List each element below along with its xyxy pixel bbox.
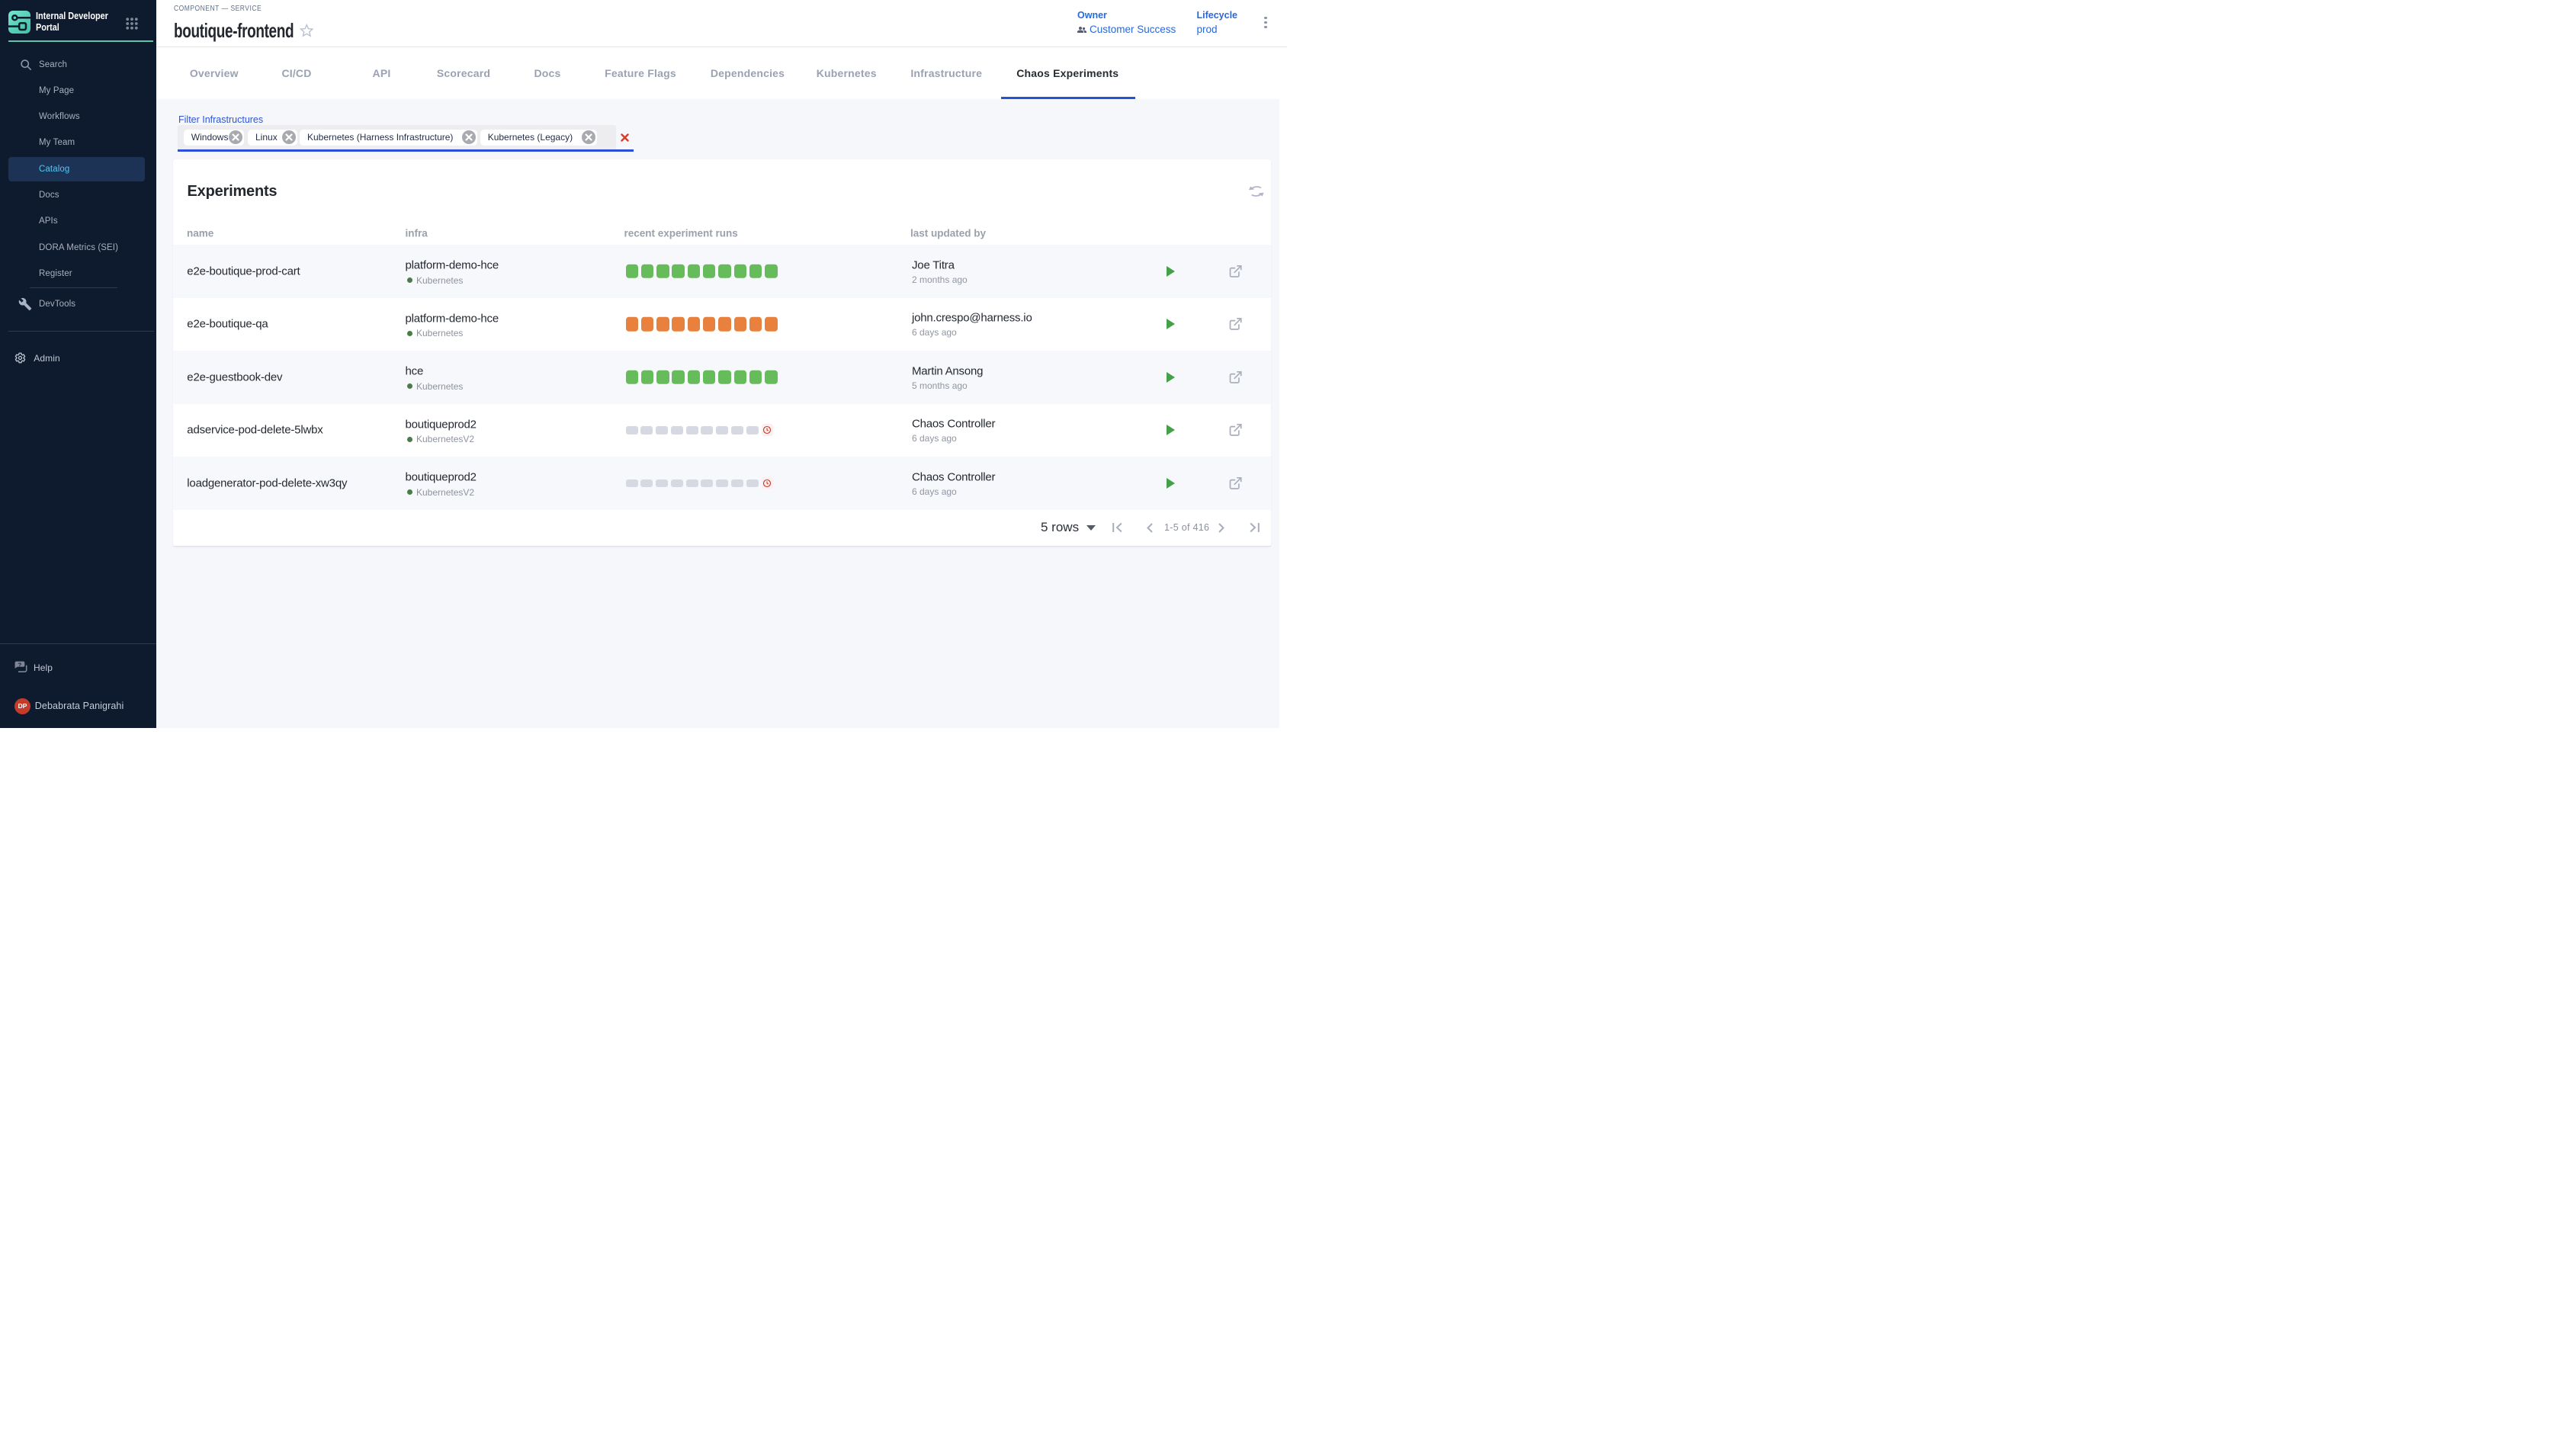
svg-text:?: ? (18, 661, 22, 668)
